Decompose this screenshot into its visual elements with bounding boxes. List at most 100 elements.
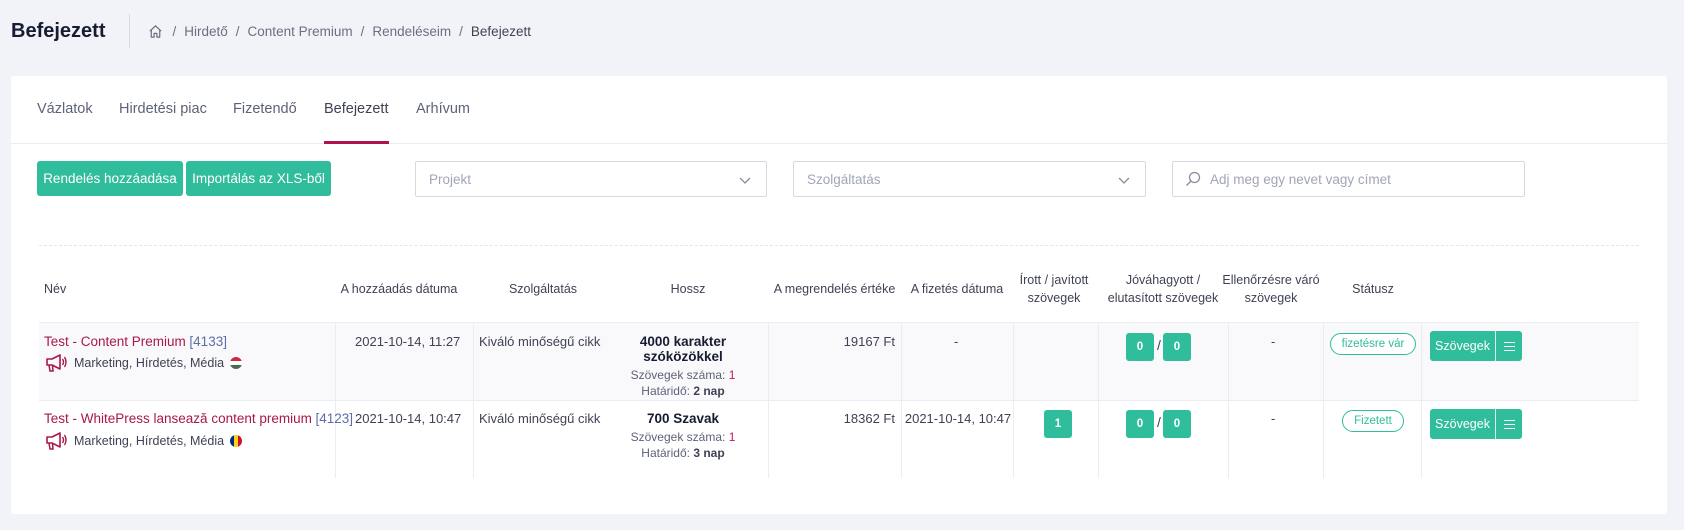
length-cell: 700 Szavak Szövegek száma: 1 Határidő: 3… bbox=[599, 411, 767, 460]
rejected-count[interactable]: 0 bbox=[1163, 333, 1191, 361]
pending-count: - bbox=[1271, 411, 1276, 426]
megaphone-icon bbox=[46, 432, 67, 450]
breadcrumb-item-rendeleseim[interactable]: Rendeléseim bbox=[372, 24, 451, 39]
column-divider bbox=[473, 401, 474, 478]
order-value: 19167 Ft bbox=[843, 334, 895, 349]
deadline-value: 2 nap bbox=[693, 384, 725, 398]
service-name: Kiváló minőségű cikk bbox=[479, 411, 601, 426]
project-select-placeholder: Projekt bbox=[429, 171, 472, 187]
approved-count[interactable]: 0 bbox=[1126, 410, 1154, 438]
project-select[interactable]: Projekt bbox=[415, 161, 767, 197]
breadcrumb-item-content-premium[interactable]: Content Premium bbox=[248, 24, 353, 39]
chevron-down-icon bbox=[1118, 177, 1130, 184]
column-divider bbox=[1013, 401, 1014, 478]
search-input[interactable] bbox=[1210, 171, 1510, 187]
added-date: 2021-10-14, 11:27 bbox=[355, 334, 461, 349]
count-separator: / bbox=[1157, 414, 1161, 430]
count-separator: / bbox=[1157, 337, 1161, 353]
order-id: [4123] bbox=[315, 411, 354, 426]
texts-count-line: Szövegek száma: 1 bbox=[599, 430, 767, 444]
menu-icon bbox=[1503, 341, 1515, 351]
deadline-label: Határidő: bbox=[641, 384, 690, 398]
breadcrumb-separator: / bbox=[235, 23, 240, 39]
category-label: Marketing, Hírdetés, Média bbox=[74, 356, 225, 370]
order-id: [4133] bbox=[189, 334, 227, 349]
import-xls-button[interactable]: Importálás az XLS-ből bbox=[186, 161, 331, 196]
column-divider bbox=[1421, 401, 1422, 478]
column-header-status[interactable]: Státusz bbox=[1323, 256, 1423, 322]
texts-count-line: Szövegek száma: 1 bbox=[599, 368, 767, 382]
row-menu-button[interactable] bbox=[1495, 409, 1522, 439]
column-divider bbox=[1228, 401, 1229, 478]
tab-befejezett[interactable]: Befejezett bbox=[324, 76, 389, 144]
service-name: Kiváló minőségű cikk bbox=[479, 334, 601, 349]
texts-count-label: Szövegek száma: bbox=[630, 368, 726, 382]
table-row: Test - Content Premium [4133] Marketing,… bbox=[39, 322, 1639, 400]
column-divider bbox=[1098, 401, 1099, 478]
column-divider bbox=[1323, 401, 1324, 478]
texts-count: 1 bbox=[728, 430, 736, 444]
tab-hirdetesi-piac[interactable]: Hirdetési piac bbox=[119, 76, 207, 144]
row-menu-button[interactable] bbox=[1495, 331, 1522, 361]
hungary-flag-icon bbox=[230, 357, 243, 369]
order-category: Marketing, Hírdetés, Média bbox=[44, 353, 243, 373]
service-select-placeholder: Szolgáltatás bbox=[807, 171, 881, 187]
tab-fizetendo[interactable]: Fizetendő bbox=[233, 76, 297, 144]
length-value: 700 Szavak bbox=[646, 411, 720, 426]
table-row: Test - WhitePress lansează content premi… bbox=[39, 400, 1639, 478]
section-divider bbox=[39, 245, 1639, 246]
romania-flag-icon bbox=[230, 435, 243, 447]
column-header-value[interactable]: A megrendelés értéke bbox=[768, 256, 901, 322]
column-header-added[interactable]: A hozzáadás dátuma bbox=[335, 256, 463, 322]
order-name-link[interactable]: Test - WhitePress lansează content premi… bbox=[44, 411, 312, 426]
column-header-paid[interactable]: A fizetés dátuma bbox=[901, 256, 1013, 322]
breadcrumb: / Hirdető / Content Premium / Rendelései… bbox=[148, 23, 531, 39]
deadline-value: 3 nap bbox=[693, 446, 725, 460]
column-divider bbox=[1421, 323, 1422, 400]
paid-date: 2021-10-14, 10:47 bbox=[904, 411, 1012, 426]
column-header-length[interactable]: Hossz bbox=[613, 256, 763, 322]
top-bar: Befejezett / Hirdető / Content Premium /… bbox=[0, 0, 1684, 62]
column-header-pending[interactable]: Ellenőrzésre váró szövegek bbox=[1216, 256, 1326, 322]
add-order-button[interactable]: Rendelés hozzáadása bbox=[37, 161, 183, 196]
page-title: Befejezett bbox=[11, 19, 106, 42]
tab-vazlatok[interactable]: Vázlatok bbox=[37, 76, 93, 144]
order-name[interactable]: Test - Content Premium [4133] bbox=[44, 334, 227, 349]
column-divider bbox=[768, 401, 769, 478]
column-divider bbox=[1098, 323, 1099, 400]
category-label: Marketing, Hírdetés, Média bbox=[74, 434, 225, 448]
written-count[interactable]: 1 bbox=[1044, 410, 1072, 438]
column-header-service[interactable]: Szolgáltatás bbox=[473, 256, 613, 322]
column-header-written[interactable]: Írott / javított szövegek bbox=[1013, 256, 1095, 322]
column-header-approved[interactable]: Jóváhagyott / elutasított szövegek bbox=[1098, 256, 1228, 322]
deadline-label: Határidő: bbox=[641, 446, 690, 460]
order-name-link[interactable]: Test - Content Premium bbox=[44, 334, 186, 349]
length-cell: 4000 karakter szóközökkel Szövegek száma… bbox=[599, 334, 767, 398]
tab-bar: Vázlatok Hirdetési piac Fizetendő Befeje… bbox=[11, 76, 1667, 144]
order-category: Marketing, Hírdetés, Média bbox=[44, 431, 243, 451]
status-badge: fizetésre vár bbox=[1330, 333, 1416, 355]
column-divider bbox=[1323, 323, 1324, 400]
deadline-line: Határidő: 3 nap bbox=[599, 446, 767, 460]
column-divider bbox=[768, 323, 769, 400]
pending-count: - bbox=[1271, 334, 1276, 349]
column-header-name[interactable]: Név bbox=[44, 256, 164, 322]
megaphone-icon bbox=[46, 354, 67, 372]
home-icon[interactable] bbox=[148, 23, 164, 39]
order-name[interactable]: Test - WhitePress lansează content premi… bbox=[44, 411, 353, 426]
order-value: 18362 Ft bbox=[843, 411, 895, 426]
length-value: 4000 karakter szóközökkel bbox=[639, 334, 727, 364]
texts-button[interactable]: Szövegek bbox=[1430, 331, 1495, 361]
column-divider bbox=[335, 323, 336, 400]
chevron-down-icon bbox=[739, 177, 751, 184]
added-date: 2021-10-14, 10:47 bbox=[355, 411, 462, 426]
search-box[interactable] bbox=[1172, 161, 1525, 197]
rejected-count[interactable]: 0 bbox=[1163, 410, 1191, 438]
column-divider bbox=[1013, 323, 1014, 400]
texts-count: 1 bbox=[728, 368, 736, 382]
approved-count[interactable]: 0 bbox=[1126, 333, 1154, 361]
texts-button[interactable]: Szövegek bbox=[1430, 409, 1495, 439]
breadcrumb-item-hirdeto[interactable]: Hirdető bbox=[184, 24, 228, 39]
tab-arhivum[interactable]: Arhívum bbox=[416, 76, 470, 144]
service-select[interactable]: Szolgáltatás bbox=[793, 161, 1146, 197]
